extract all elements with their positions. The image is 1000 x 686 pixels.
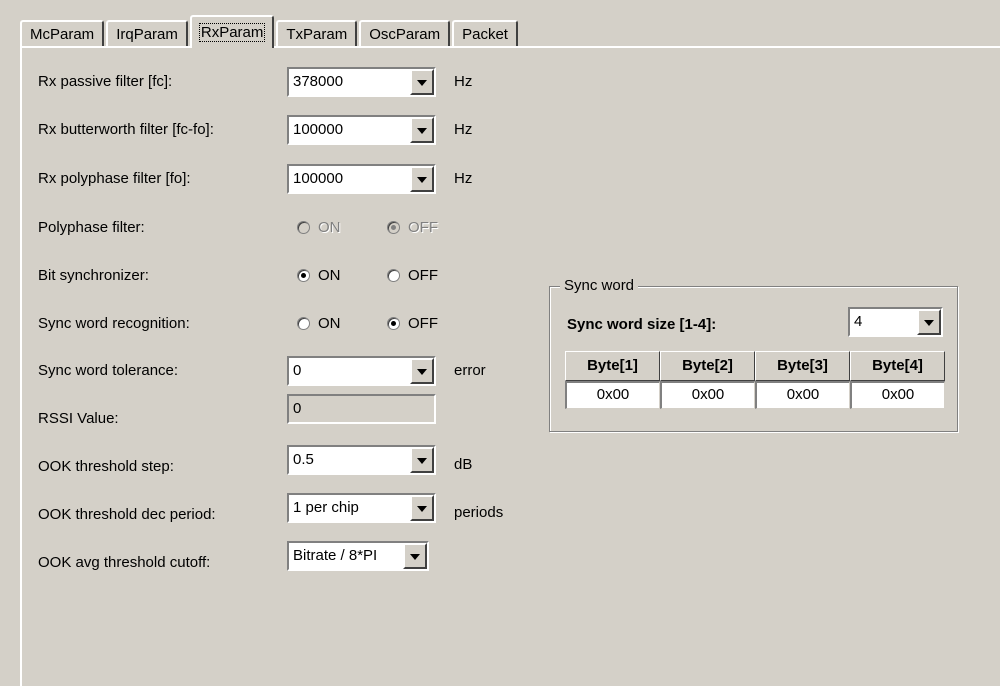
bit-synchronizer-off-radio[interactable]: OFF [387,266,438,286]
radio-circle [387,221,400,234]
passive-filter-unit: Hz [454,73,473,90]
polyphase-filter-off-radio: OFF [387,218,438,238]
radio-label: OFF [408,315,438,332]
chevron-down-icon[interactable] [410,495,434,521]
ook-threshold-dec-period-value: 1 per chip [293,499,359,516]
passive-filter-value: 378000 [293,73,344,90]
byte-3-input[interactable]: 0x00 [755,381,850,409]
sync-word-tolerance-value: 0 [293,362,302,379]
sync-word-recognition-label: Sync word recognition: [38,315,190,332]
byte-1-input[interactable]: 0x00 [565,381,660,409]
polyphase-filter-freq-value: 100000 [293,170,344,187]
polyphase-filter-freq-combo[interactable]: 100000 [287,164,436,194]
byte-header: Byte[3] [755,351,850,381]
ook-avg-threshold-cutoff-value: Bitrate / 8*PI [293,547,378,564]
tab-label: Packet [462,26,508,43]
ook-avg-threshold-cutoff-combo[interactable]: Bitrate / 8*PI [287,541,429,571]
bit-synchronizer-label: Bit synchronizer: [38,267,149,284]
bit-synchronizer-on-radio[interactable]: ON [297,266,341,286]
ook-threshold-step-value: 0.5 [293,451,314,468]
radio-label: OFF [408,267,438,284]
byte-2-input[interactable]: 0x00 [660,381,755,409]
ook-threshold-dec-period-unit: periods [454,504,504,521]
sync-word-tolerance-label: Sync word tolerance: [38,362,179,379]
tab-label: RxParam [198,23,266,42]
ook-threshold-step-combo[interactable]: 0.5 [287,445,436,475]
tab-irqparam[interactable]: IrqParam [106,20,188,47]
tab-label: OscParam [369,26,441,43]
tab-rxparam[interactable]: RxParam [189,15,275,48]
rssi-value-field: 0 [287,394,436,424]
chevron-down-icon[interactable] [403,543,427,569]
tab-label: IrqParam [116,26,178,43]
butterworth-filter-unit: Hz [454,121,473,138]
tab-label: TxParam [286,26,348,43]
chevron-down-icon[interactable] [410,358,434,384]
ook-threshold-step-unit: dB [454,456,473,473]
tab-packet[interactable]: Packet [452,20,518,47]
chevron-down-icon[interactable] [410,117,434,143]
butterworth-filter-label: Rx butterworth filter [fc-fo]: [38,121,214,138]
byte-header: Byte[4] [850,351,945,381]
radio-circle [387,317,400,330]
byte-header: Byte[2] [660,351,755,381]
ook-avg-threshold-cutoff-label: OOK avg threshold cutoff: [38,554,211,571]
tab-mcparam[interactable]: McParam [20,20,105,47]
radio-label: ON [318,219,341,236]
passive-filter-label: Rx passive filter [fc]: [38,73,173,90]
sync-word-bytes-grid: Byte[1] Byte[2] Byte[3] Byte[4] 0x00 0x0… [565,351,945,409]
polyphase-filter-on-radio: ON [297,218,341,238]
radio-circle [387,269,400,282]
byte-4-input[interactable]: 0x00 [850,381,945,409]
rssi-label: RSSI Value: [38,410,119,427]
chevron-down-icon[interactable] [917,309,941,335]
polyphase-filter-label: Polyphase filter: [38,219,145,236]
sync-word-recognition-off-radio[interactable]: OFF [387,314,438,334]
radio-label: ON [318,267,341,284]
radio-label: OFF [408,219,438,236]
butterworth-filter-combo[interactable]: 100000 [287,115,436,145]
byte-header: Byte[1] [565,351,660,381]
polyphase-filter-freq-unit: Hz [454,170,473,187]
sync-word-tolerance-unit: error [454,362,486,379]
sync-word-group-title: Sync word [560,277,639,295]
tab-strip: McParam IrqParam RxParam TxParam OscPara… [20,13,520,48]
radio-circle [297,269,310,282]
ook-threshold-dec-period-combo[interactable]: 1 per chip [287,493,436,523]
tab-label: McParam [30,26,95,43]
passive-filter-combo[interactable]: 378000 [287,67,436,97]
butterworth-filter-value: 100000 [293,121,344,138]
sync-word-size-label: Sync word size [1-4]: [567,316,717,333]
tab-txparam[interactable]: TxParam [276,20,358,47]
sync-word-size-combo[interactable]: 4 [848,307,943,337]
ook-threshold-step-label: OOK threshold step: [38,458,174,475]
rssi-value: 0 [293,400,302,417]
polyphase-filter-freq-label: Rx polyphase filter [fo]: [38,170,191,187]
sync-word-tolerance-combo[interactable]: 0 [287,356,436,386]
radio-circle [297,221,310,234]
chevron-down-icon[interactable] [410,69,434,95]
radio-circle [297,317,310,330]
sync-word-group: Sync word Sync word size [1-4]: 4 Byte[1… [549,277,958,432]
sync-word-size-value: 4 [854,313,863,330]
chevron-down-icon[interactable] [410,447,434,473]
radio-label: ON [318,315,341,332]
sync-word-recognition-on-radio[interactable]: ON [297,314,341,334]
ook-threshold-dec-period-label: OOK threshold dec period: [38,506,216,523]
chevron-down-icon[interactable] [410,166,434,192]
tab-oscparam[interactable]: OscParam [359,20,451,47]
